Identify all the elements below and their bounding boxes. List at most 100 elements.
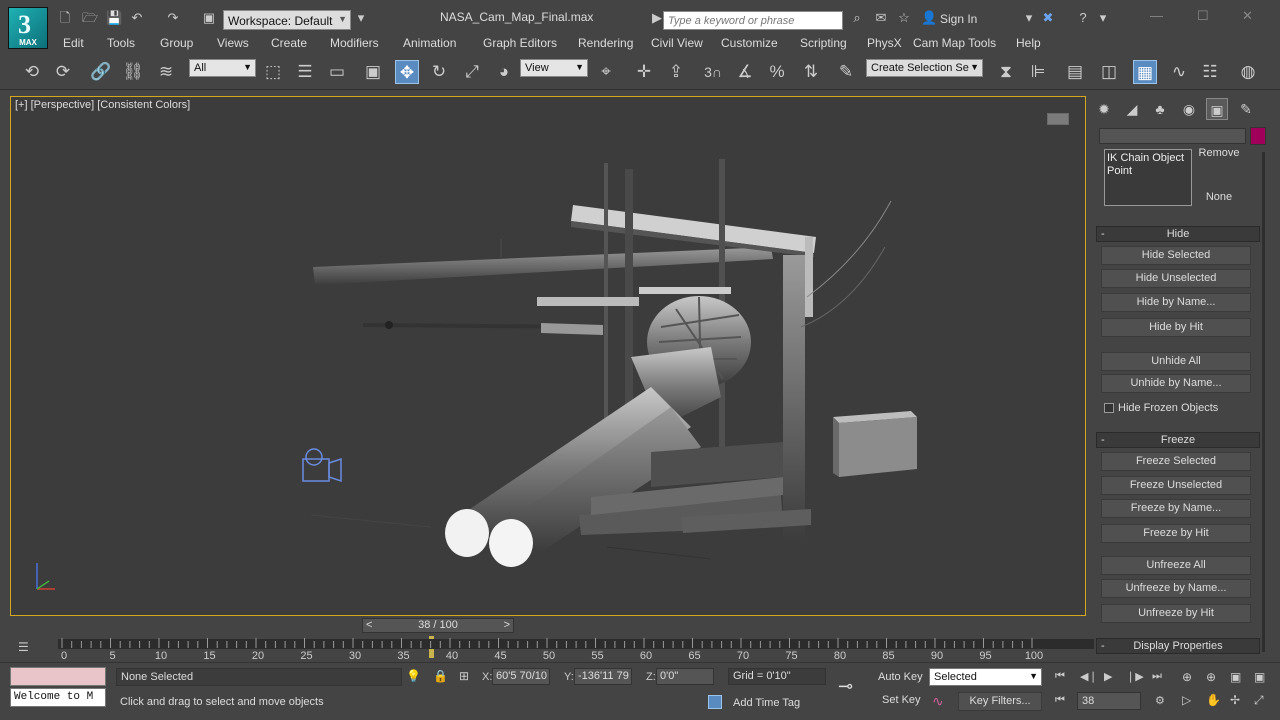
menu-edit[interactable]: Edit [63,36,84,50]
hide-by-hit-button[interactable]: Hide by Hit [1101,318,1251,337]
open-file-icon[interactable]: 🗁 [82,11,98,25]
freeze-by-name-button[interactable]: Freeze by Name... [1101,499,1251,518]
percent-snap-icon[interactable]: % [765,60,789,84]
menu-group[interactable]: Group [160,36,193,50]
zoom-extents-all-icon[interactable]: ▣ [1254,670,1265,684]
rectangle-selection-icon[interactable]: ▭ [325,60,349,84]
spinner-snap-icon[interactable]: ⇅ [799,60,823,84]
communication-center-icon[interactable]: ✉ [874,11,888,25]
add-time-tag-button[interactable]: Add Time Tag [733,697,800,709]
toggle-ribbon-icon[interactable]: ▦ [1133,60,1157,84]
time-slider[interactable]: < 38 / 100 > [362,618,514,633]
select-object-icon[interactable]: ⬚ [261,60,285,84]
schematic-view-icon[interactable]: ☷ [1198,60,1222,84]
menu-rendering[interactable]: Rendering [578,36,633,50]
default-in-out-tangent-icon[interactable]: ⊸ [838,676,853,697]
menu-graph-editors[interactable]: Graph Editors [483,36,557,50]
key-filter-curve-icon[interactable]: ∿ [932,693,944,710]
none-button[interactable]: None [1189,188,1249,206]
menu-help[interactable]: Help [1016,36,1041,50]
menu-customize[interactable]: Customize [721,36,778,50]
remove-button[interactable]: Remove [1189,144,1249,162]
freeze-selected-button[interactable]: Freeze Selected [1101,452,1251,471]
undo-icon[interactable]: ⟲ [20,60,44,84]
window-crossing-icon[interactable]: ▣ [361,60,385,84]
selection-filter-dropdown[interactable]: All ▼ [189,59,256,77]
set-key-button[interactable]: Set Key [882,694,921,706]
zoom-all-icon[interactable]: ⊕ [1206,670,1216,684]
maxscript-listener-input[interactable] [10,667,106,686]
menu-modifiers[interactable]: Modifiers [330,36,379,50]
list-item[interactable]: IK Chain Object [1107,152,1189,165]
snaps-toggle-icon[interactable]: 3∩ [701,60,725,84]
curve-editor-icon[interactable]: ∿ [1167,60,1191,84]
minimize-icon[interactable]: — [1150,8,1163,23]
utilities-tab-icon[interactable]: ✎ [1235,98,1257,120]
angle-snap-icon[interactable]: ∡ [733,60,757,84]
display-properties-rollout-header[interactable]: - Display Properties [1096,638,1260,654]
unfreeze-by-hit-button[interactable]: Unfreeze by Hit [1101,604,1251,623]
reference-coordinate-dropdown[interactable]: View ▼ [520,59,588,77]
maxscript-listener-output[interactable]: Welcome to M [10,688,106,707]
bind-space-warp-icon[interactable]: ≋ [154,60,178,84]
auto-key-button[interactable]: Auto Key [878,671,923,683]
menu-civil-view[interactable]: Civil View [651,36,703,50]
close-icon[interactable]: ✕ [1242,8,1253,24]
current-frame-field[interactable]: 38 [1077,692,1141,710]
hide-by-name-button[interactable]: Hide by Name... [1101,293,1251,312]
save-file-icon[interactable]: 💾 [106,11,122,25]
object-name-field[interactable] [1099,128,1246,144]
unlink-icon[interactable]: ⛓ [121,60,145,84]
favorites-star-icon[interactable]: ☆ [897,11,911,25]
hide-frozen-objects-checkbox[interactable] [1104,403,1114,413]
select-rotate-icon[interactable]: ↻ [427,60,451,84]
freeze-unselected-button[interactable]: Freeze Unselected [1101,476,1251,495]
select-move-icon[interactable]: ✥ [395,60,419,84]
field-of-view-icon[interactable]: ▷ [1182,693,1191,707]
use-pivot-center-icon[interactable]: ⌖ [594,60,618,84]
list-item[interactable]: Point [1107,165,1189,178]
zoom-icon[interactable]: ⊕ [1182,670,1192,684]
maximize-viewport-icon[interactable]: ⤢ [1254,693,1264,708]
y-coordinate-field[interactable]: -136'11 79 [574,668,632,685]
unhide-by-name-button[interactable]: Unhide by Name... [1101,374,1251,393]
placement-icon[interactable]: ◕ [492,60,516,84]
key-mode-dropdown[interactable]: Selected ▼ [929,668,1042,686]
quick-access-customize-icon[interactable]: ▾ [354,11,368,25]
motion-tab-icon[interactable]: ◉ [1178,98,1200,120]
pan-view-icon[interactable]: ✋ [1206,693,1221,707]
search-expand-icon[interactable]: ▶ [650,11,664,25]
crate-model[interactable] [833,411,917,477]
search-input[interactable]: Type a keyword or phrase [663,11,843,30]
menu-tools[interactable]: Tools [107,36,135,50]
select-by-name-icon[interactable]: ☰ [293,60,317,84]
hide-unselected-button[interactable]: Hide Unselected [1101,269,1251,288]
help-icon[interactable]: ? [1076,11,1090,25]
user-icon[interactable]: 👤 [921,11,937,25]
align-icon[interactable]: ⊫ [1026,60,1050,84]
unfreeze-all-button[interactable]: Unfreeze All [1101,556,1251,575]
select-scale-icon[interactable]: ⤢ [460,60,484,84]
go-to-end-icon[interactable]: ⏭ [1152,670,1162,683]
key-mode-toggle-icon[interactable]: ⏮ [1055,694,1065,707]
hide-by-category-list[interactable]: IK Chain Object Point [1104,149,1192,206]
selection-lock-icon[interactable]: 🔒 [433,669,448,683]
link-icon[interactable]: 🔗 [89,60,113,84]
maximize-icon[interactable]: ☐ [1197,8,1209,24]
next-key-icon[interactable]: ❘▶ [1126,670,1144,683]
redo-icon[interactable]: ⟳ [51,60,75,84]
undo-icon[interactable]: ↶ [130,11,144,25]
hide-rollout-header[interactable]: - Hide [1096,226,1260,242]
menu-animation[interactable]: Animation [403,36,456,50]
freeze-by-hit-button[interactable]: Freeze by Hit [1101,524,1251,543]
camera-helper[interactable] [302,448,342,483]
toggle-scene-explorer-icon[interactable]: ▤ [1063,60,1087,84]
track-bar[interactable]: 0 5 10 15 20 25 30 35 40 45 50 55 60 65 70 75 80 85 90 95 10… [58,636,1094,662]
menu-physx[interactable]: PhysX [867,36,902,50]
previous-frame-icon[interactable]: < [366,619,372,632]
application-menu-button[interactable]: 3 MAX [8,7,48,49]
unhide-all-button[interactable]: Unhide All [1101,352,1251,371]
hierarchy-tab-icon[interactable]: ♣ [1149,98,1171,120]
orbit-icon[interactable]: ✢ [1230,693,1240,707]
object-color-swatch[interactable] [1250,127,1266,145]
